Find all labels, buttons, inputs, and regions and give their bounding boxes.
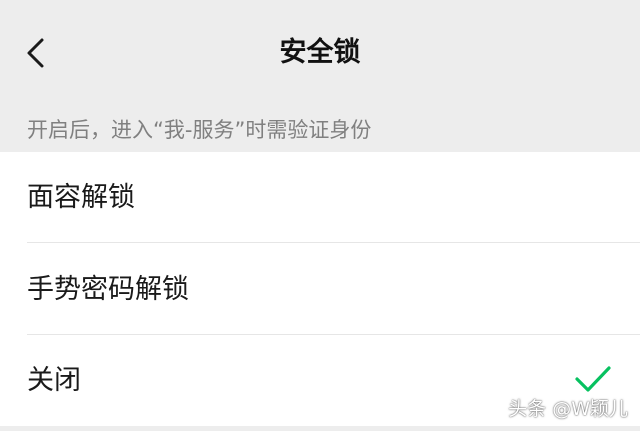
option-label: 面容解锁 bbox=[27, 182, 135, 213]
divider bbox=[27, 242, 640, 243]
option-face-unlock[interactable]: 面容解锁 bbox=[0, 152, 640, 243]
bottom-strip bbox=[0, 426, 640, 431]
page-title: 安全锁 bbox=[279, 37, 361, 68]
checkmark-icon bbox=[575, 366, 611, 392]
option-label: 关闭 bbox=[27, 365, 81, 396]
hint-text: 开启后，进入“我-服务”时需验证身份 bbox=[27, 118, 372, 142]
option-label: 手势密码解锁 bbox=[27, 274, 189, 305]
options-list: 面容解锁 手势密码解锁 关闭 bbox=[0, 152, 640, 426]
option-gesture-unlock[interactable]: 手势密码解锁 bbox=[0, 244, 640, 335]
header-bar: 安全锁 bbox=[0, 0, 640, 106]
watermark: 头条 @W颖儿 bbox=[508, 398, 628, 420]
